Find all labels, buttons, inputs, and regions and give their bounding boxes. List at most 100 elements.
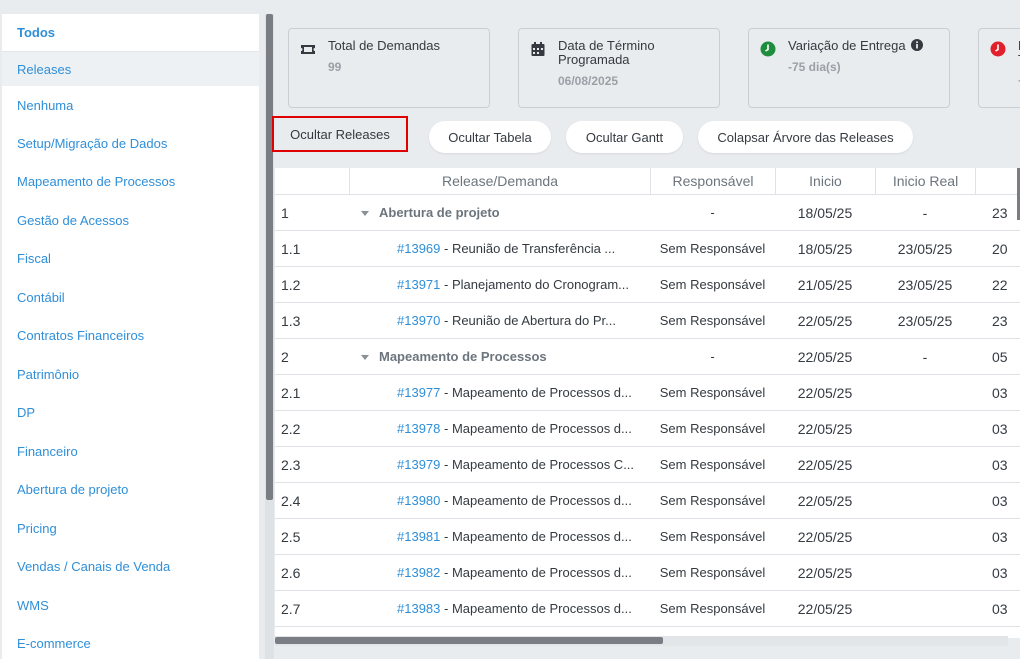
release-group-row[interactable]: 2 Mapeamento de Processos - 22/05/25 - 05 (275, 339, 1020, 375)
sidebar-item-abertura[interactable]: Abertura de projeto (2, 471, 259, 510)
real-start-cell (875, 555, 975, 591)
sidebar-item-gestao-acessos[interactable]: Gestão de Acessos (2, 201, 259, 240)
sidebar-item-mapeamento[interactable]: Mapeamento de Processos (2, 163, 259, 202)
caret-down-icon[interactable] (361, 211, 369, 217)
header-release-demanda[interactable]: Release/Demanda (349, 168, 650, 195)
table-row[interactable]: 1.3 #13970 - Reunião de Abertura do Pr...… (275, 303, 1020, 339)
collapse-tree-button[interactable]: Colapsar Árvore das Releases (698, 121, 913, 153)
hide-gantt-button[interactable]: Ocultar Gantt (566, 121, 683, 153)
hide-table-button[interactable]: Ocultar Tabela (429, 121, 551, 153)
sidebar-item-fiscal[interactable]: Fiscal (2, 240, 259, 279)
demand-name-cell: #13970 - Reunião de Abertura do Pr... (361, 303, 651, 339)
real-start-cell (875, 483, 975, 519)
demand-id-link[interactable]: #13978 (397, 421, 440, 436)
row-number: 2.2 (281, 421, 301, 437)
sidebar-item-releases[interactable]: Releases (2, 52, 259, 86)
real-start-cell: 23/05/25 (897, 241, 953, 257)
header-inicio[interactable]: Inicio (775, 168, 875, 195)
table-row[interactable]: 2.3 #13979 - Mapeamento de Processos C...… (275, 447, 1020, 483)
demand-name: - Reunião de Abertura do Pr... (440, 313, 616, 328)
sidebar-item-nenhuma[interactable]: Nenhuma (2, 86, 259, 124)
table-row[interactable]: 2.6 #13982 - Mapeamento de Processos d...… (275, 555, 1020, 591)
demand-id-link[interactable]: #13982 (397, 565, 440, 580)
start-date-cell: 21/05/25 (797, 277, 853, 293)
row-number: 2.1 (281, 385, 301, 401)
sidebar-item-contratos[interactable]: Contratos Financeiros (2, 317, 259, 356)
hide-releases-button[interactable]: Ocultar Releases (272, 116, 408, 152)
header-next[interactable] (975, 168, 1020, 195)
sidebar-item-wms[interactable]: WMS (2, 586, 259, 625)
table-row[interactable]: 2.1 #13977 - Mapeamento de Processos d...… (275, 375, 1020, 411)
demand-name: - Mapeamento de Processos C... (440, 457, 635, 472)
table-row[interactable]: 2.5 #13981 - Mapeamento de Processos d...… (275, 519, 1020, 555)
sidebar-item-dp[interactable]: DP (2, 394, 259, 433)
card-data-termino: Data de Término Programada 06/08/2025 (518, 28, 720, 108)
sidebar-item-ecommerce[interactable]: E-commerce (2, 625, 259, 659)
sidebar-item-setup[interactable]: Setup/Migração de Dados (2, 124, 259, 163)
next-date-cell: 03 (992, 565, 1008, 581)
table-row[interactable]: 1.1 #13969 - Reunião de Transferência ...… (275, 231, 1020, 267)
table-horizontal-scrollbar[interactable] (275, 637, 663, 644)
release-sidebar: Todos Releases Nenhuma Setup/Migração de… (2, 14, 259, 659)
responsible-cell: Sem Responsável (659, 457, 766, 472)
demand-id-link[interactable]: #13980 (397, 493, 440, 508)
calendar-icon (531, 42, 545, 56)
demand-name-cell: #13978 - Mapeamento de Processos d... (361, 411, 651, 447)
next-date-cell: 03 (992, 601, 1008, 617)
demand-id-link[interactable]: #13983 (397, 601, 440, 616)
header-inicio-real[interactable]: Inicio Real (875, 168, 975, 195)
sidebar-item-patrimonio[interactable]: Patrimônio (2, 355, 259, 394)
next-date-cell: 23 (992, 205, 1008, 221)
table-row[interactable]: 2.4 #13980 - Mapeamento de Processos d...… (275, 483, 1020, 519)
card-title-line2: Programada (558, 52, 630, 67)
demand-name: - Mapeamento de Processos d... (440, 565, 632, 580)
demand-id-link[interactable]: #13979 (397, 457, 440, 472)
start-date-cell: 18/05/25 (797, 241, 853, 257)
demand-name-cell: #13977 - Mapeamento de Processos d... (361, 375, 651, 411)
row-number: 1.1 (281, 241, 301, 257)
responsible-cell: Sem Responsável (659, 277, 766, 292)
demand-id-link[interactable]: #13981 (397, 529, 440, 544)
sidebar-item-vendas[interactable]: Vendas / Canais de Venda (2, 548, 259, 587)
release-table: Release/Demanda Responsável Inicio Inici… (275, 168, 1020, 638)
table-row[interactable]: 2.2 #13978 - Mapeamento de Processos d...… (275, 411, 1020, 447)
row-number: 2 (281, 349, 289, 365)
start-date-cell: 18/05/25 (797, 205, 853, 221)
demand-name-cell: #13983 - Mapeamento de Processos d... (361, 591, 651, 627)
info-icon[interactable] (911, 39, 924, 51)
demand-id-link[interactable]: #13970 (397, 313, 440, 328)
real-start-cell: - (922, 205, 928, 221)
start-date-cell: 22/05/25 (797, 601, 853, 617)
start-date-cell: 22/05/25 (797, 421, 853, 437)
table-header: Release/Demanda Responsável Inicio Inici… (275, 168, 1020, 195)
card-title-line1: Data de Término (558, 38, 655, 53)
responsible-cell: Sem Responsável (659, 241, 766, 256)
sidebar-item-contabil[interactable]: Contábil (2, 278, 259, 317)
demand-id-link[interactable]: #13977 (397, 385, 440, 400)
start-date-cell: 22/05/25 (797, 349, 853, 365)
demand-name: - Mapeamento de Processos d... (440, 421, 632, 436)
real-start-cell (875, 411, 975, 447)
real-start-cell (875, 591, 975, 627)
sidebar-scrollbar[interactable] (266, 14, 273, 500)
demand-id-link[interactable]: #13969 (397, 241, 440, 256)
header-responsavel[interactable]: Responsável (650, 168, 775, 195)
table-row[interactable]: 1.2 #13971 - Planejamento do Cronogram...… (275, 267, 1020, 303)
release-group-row[interactable]: 1 Abertura de projeto - 18/05/25 - 23 (275, 195, 1020, 231)
row-number: 2.7 (281, 601, 301, 617)
sidebar-item-financeiro[interactable]: Financeiro (2, 432, 259, 471)
clock-icon (990, 41, 1006, 57)
card-fourth: MT + (978, 28, 1020, 108)
responsible-cell: Sem Responsável (659, 493, 766, 508)
caret-down-icon[interactable] (361, 355, 369, 361)
responsible-cell: Sem Responsável (659, 313, 766, 328)
next-date-cell: 03 (992, 421, 1008, 437)
demand-id-link[interactable]: #13971 (397, 277, 440, 292)
next-date-cell: 05 (992, 349, 1008, 365)
sidebar-item-todos[interactable]: Todos (2, 14, 259, 52)
next-date-cell: 03 (992, 493, 1008, 509)
sidebar-item-pricing[interactable]: Pricing (2, 509, 259, 548)
real-start-cell (875, 447, 975, 483)
demand-name-cell: #13971 - Planejamento do Cronogram... (361, 267, 651, 303)
table-row[interactable]: 2.7 #13983 - Mapeamento de Processos d...… (275, 591, 1020, 627)
